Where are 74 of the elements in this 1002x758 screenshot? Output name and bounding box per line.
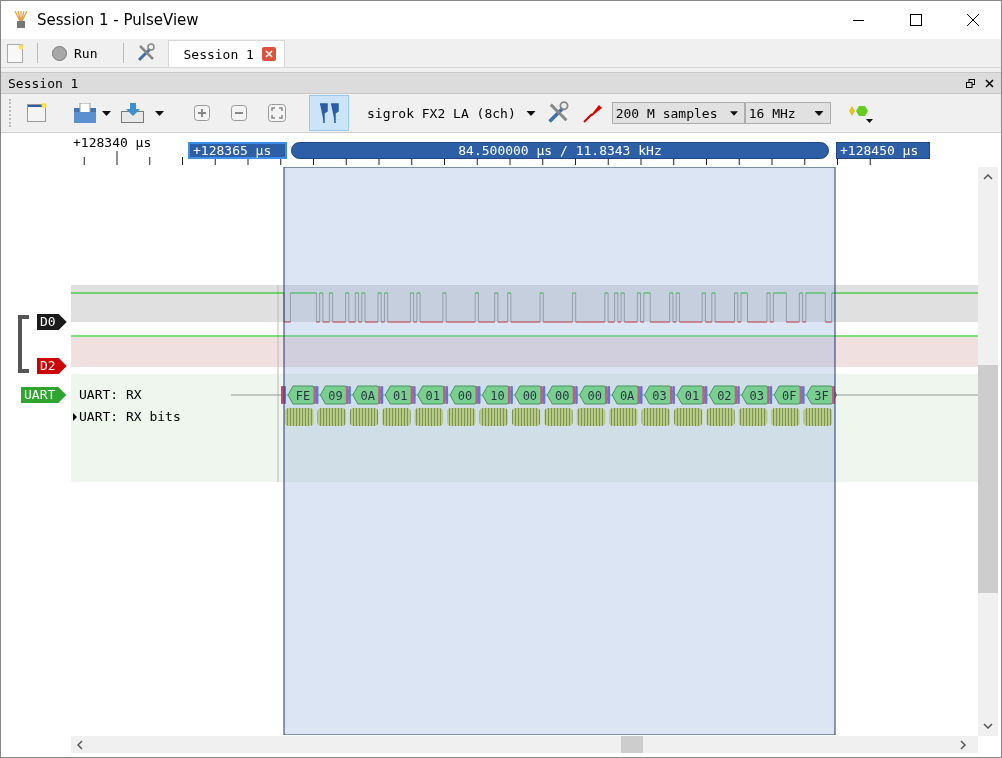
bit-coil-drawing bbox=[479, 408, 508, 426]
caret-icon bbox=[102, 110, 111, 116]
channel-label[interactable]: D2 bbox=[37, 358, 67, 374]
session-tab[interactable]: Session 1 bbox=[168, 40, 285, 67]
caret-icon bbox=[813, 110, 824, 116]
start-stop-marker bbox=[734, 386, 740, 404]
probe-icon bbox=[581, 102, 604, 124]
bit-coil-drawing bbox=[706, 408, 735, 426]
close-icon bbox=[966, 14, 979, 26]
left-cursor-flag[interactable]: +128365 μs bbox=[188, 142, 287, 159]
start-stop-marker bbox=[410, 386, 416, 404]
bit-coil-drawing bbox=[771, 408, 800, 426]
dock-title: Session 1 bbox=[8, 75, 80, 91]
cursors-button[interactable] bbox=[310, 96, 348, 130]
bit-coil-drawing bbox=[285, 408, 314, 426]
bit-coil-drawing bbox=[576, 408, 606, 426]
app-logo-icon bbox=[13, 11, 29, 29]
right-cursor-flag[interactable]: +128450 μs bbox=[836, 142, 930, 159]
close-icon[interactable] bbox=[985, 78, 994, 88]
cursor-span-bar[interactable]: 84.500000 μs / 11.8343 kHz bbox=[291, 142, 829, 159]
run-button[interactable]: Run bbox=[46, 39, 104, 67]
bit-coil-drawing bbox=[673, 408, 703, 426]
channel-label[interactable]: D0 bbox=[37, 314, 67, 330]
start-stop-marker bbox=[540, 386, 546, 404]
start-stop-marker bbox=[572, 386, 578, 404]
caret-icon bbox=[729, 110, 738, 116]
bit-coil-drawing bbox=[738, 408, 768, 426]
maximize-icon bbox=[909, 14, 922, 26]
decoder-row-label: UART: RX bits bbox=[72, 409, 183, 424]
scroll-down-icon[interactable] bbox=[983, 723, 993, 729]
start-stop-marker bbox=[345, 386, 351, 404]
start-stop-marker bbox=[378, 386, 384, 404]
bit-coil-drawing bbox=[414, 408, 444, 426]
bit-coil-drawing bbox=[447, 408, 476, 426]
bit-coil-drawing bbox=[382, 408, 411, 426]
scroll-up-icon[interactable] bbox=[983, 174, 993, 180]
bit-coil-drawing bbox=[511, 408, 541, 426]
window-title: Session 1 - PulseView bbox=[37, 11, 200, 29]
bit-coil-drawing bbox=[803, 408, 832, 426]
start-stop-marker bbox=[767, 386, 773, 404]
start-stop-marker bbox=[605, 386, 611, 404]
start-stop-marker bbox=[313, 386, 319, 404]
sample-count-selector[interactable]: 200 M samples bbox=[611, 102, 745, 124]
scrollbar-thumb[interactable] bbox=[978, 365, 998, 593]
bit-coil-drawing bbox=[317, 408, 346, 426]
start-stop-marker bbox=[475, 386, 481, 404]
start-stop-marker bbox=[281, 386, 286, 404]
caret-icon bbox=[525, 110, 536, 116]
start-stop-marker bbox=[637, 386, 643, 404]
start-stop-marker bbox=[799, 386, 805, 404]
bit-coil-drawing bbox=[544, 408, 573, 426]
start-stop-marker bbox=[443, 386, 449, 404]
bit-coil-drawing bbox=[609, 408, 638, 426]
device-selector[interactable]: sigrok FX2 LA (8ch) bbox=[355, 98, 542, 128]
decoder-row-label: UART: RX bbox=[79, 387, 144, 402]
group-bracket-icon bbox=[17, 315, 31, 373]
minimize-icon bbox=[853, 19, 864, 21]
caret-icon bbox=[155, 110, 164, 116]
circle-icon bbox=[52, 45, 67, 61]
zoom-in-icon bbox=[194, 105, 210, 121]
scroll-right-icon[interactable] bbox=[960, 739, 966, 750]
cursor-pair-icon bbox=[319, 102, 339, 124]
start-stop-marker bbox=[507, 386, 513, 404]
bit-coil-drawing bbox=[349, 408, 379, 426]
zoom-out-icon bbox=[231, 105, 247, 121]
sample-rate-selector[interactable]: 16 MHz bbox=[744, 102, 831, 124]
scrollbar-thumb[interactable] bbox=[621, 736, 643, 753]
start-stop-marker bbox=[669, 386, 675, 404]
float-icon[interactable] bbox=[966, 78, 975, 88]
scroll-left-icon[interactable] bbox=[77, 739, 83, 750]
ruler-label: +128340 μs bbox=[73, 135, 152, 150]
bit-coil-drawing bbox=[641, 408, 670, 426]
start-stop-marker bbox=[832, 386, 835, 404]
start-stop-marker bbox=[702, 386, 708, 404]
